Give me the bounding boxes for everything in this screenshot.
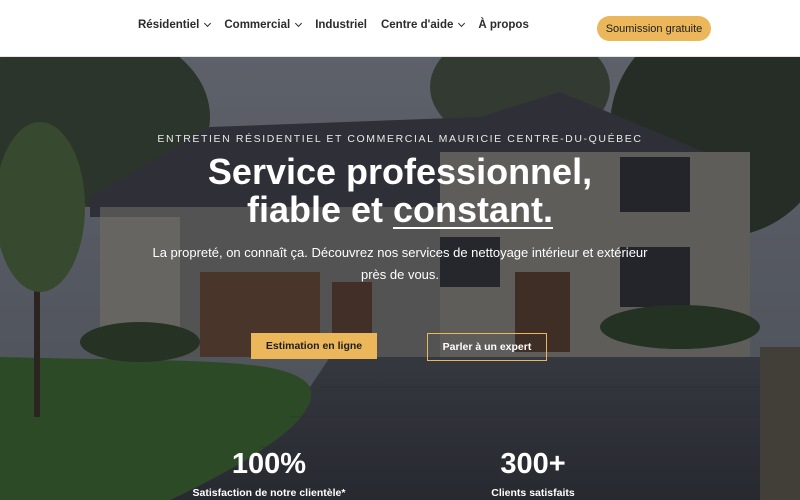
- nav-item-label: Résidentiel: [138, 19, 200, 31]
- nav-item-label: Industriel: [315, 19, 367, 31]
- stat-label: Clients satisfaits: [491, 487, 575, 499]
- hero-section: ENTRETIEN RÉSIDENTIEL ET COMMERCIAL MAUR…: [0, 57, 800, 500]
- nav-item-residentiel[interactable]: Résidentiel: [138, 19, 212, 31]
- chevron-down-icon: [458, 19, 466, 28]
- top-navigation: Résidentiel Commercial Industriel Centre…: [0, 0, 800, 57]
- stat-label: Satisfaction de notre clientèle*: [192, 487, 346, 499]
- nav-item-a-propos[interactable]: À propos: [478, 19, 528, 31]
- stat-clients: 300+ Clients satisfaits: [433, 449, 633, 499]
- free-quote-button[interactable]: Soumission gratuite: [597, 16, 711, 41]
- stat-value: 100%: [231, 448, 307, 480]
- hero-headline: Service professionnel, fiable et constan…: [0, 153, 800, 229]
- talk-to-expert-button[interactable]: Parler à un expert: [427, 333, 547, 361]
- nav-item-commercial[interactable]: Commercial: [224, 19, 303, 31]
- nav-item-label: À propos: [478, 19, 529, 31]
- nav-item-industriel[interactable]: Industriel: [315, 19, 367, 31]
- headline-line-2: fiable et constant.: [0, 191, 800, 229]
- nav-item-label: Commercial: [224, 19, 291, 31]
- headline-underlined-word: constant.: [393, 189, 554, 230]
- hero-subtitle: La propreté, on connaît ça. Découvrez no…: [152, 245, 648, 282]
- headline-line-1: Service professionnel,: [207, 151, 593, 192]
- nav-item-centre-aide[interactable]: Centre d'aide: [380, 19, 466, 31]
- stat-satisfaction: 100% Satisfaction de notre clientèle*: [169, 449, 369, 499]
- chevron-down-icon: [204, 19, 212, 28]
- nav-menu: Résidentiel Commercial Industriel Centre…: [138, 19, 543, 31]
- chevron-down-icon: [295, 19, 303, 28]
- nav-item-label: Centre d'aide: [380, 19, 454, 31]
- stat-value: 300+: [500, 448, 566, 480]
- hero-eyebrow: ENTRETIEN RÉSIDENTIEL ET COMMERCIAL MAUR…: [157, 133, 643, 145]
- online-estimate-button[interactable]: Estimation en ligne: [251, 333, 377, 359]
- headline-line-2-text: fiable et: [246, 189, 394, 230]
